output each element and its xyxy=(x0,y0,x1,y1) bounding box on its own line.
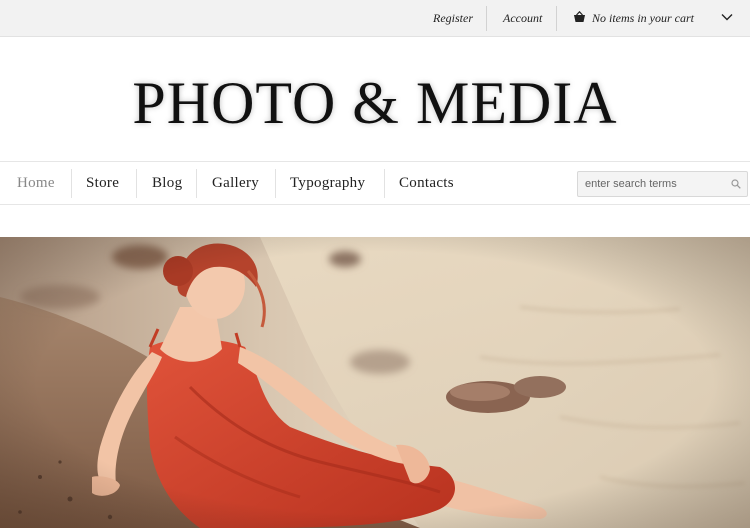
nav-item-store[interactable]: Store xyxy=(86,162,119,204)
chevron-down-icon[interactable] xyxy=(721,12,733,22)
nav-item-blog[interactable]: Blog xyxy=(152,162,182,204)
site-logo[interactable]: PHOTO & MEDIA xyxy=(0,70,750,136)
nav-divider xyxy=(136,169,137,198)
account-link[interactable]: Account xyxy=(503,0,542,36)
divider xyxy=(556,6,557,31)
divider xyxy=(486,6,487,31)
nav-item-typography[interactable]: Typography xyxy=(290,162,365,204)
nav-item-gallery[interactable]: Gallery xyxy=(212,162,259,204)
cart-link[interactable]: No items in your cart xyxy=(592,0,694,36)
nav-divider xyxy=(275,169,276,198)
main-nav: Home Store Blog Gallery Typography Conta… xyxy=(0,161,750,205)
nav-divider xyxy=(196,169,197,198)
beach-photo xyxy=(0,237,750,528)
search-box xyxy=(577,171,748,197)
top-bar: Register Account No items in your cart xyxy=(0,0,750,37)
search-icon[interactable] xyxy=(731,179,741,189)
nav-divider xyxy=(71,169,72,198)
nav-divider xyxy=(384,169,385,198)
nav-item-contacts[interactable]: Contacts xyxy=(399,162,454,204)
nav-item-home[interactable]: Home xyxy=(17,162,55,204)
basket-icon[interactable] xyxy=(573,11,586,23)
hero-image xyxy=(0,237,750,528)
register-link[interactable]: Register xyxy=(433,0,473,36)
search-input[interactable] xyxy=(578,172,723,196)
